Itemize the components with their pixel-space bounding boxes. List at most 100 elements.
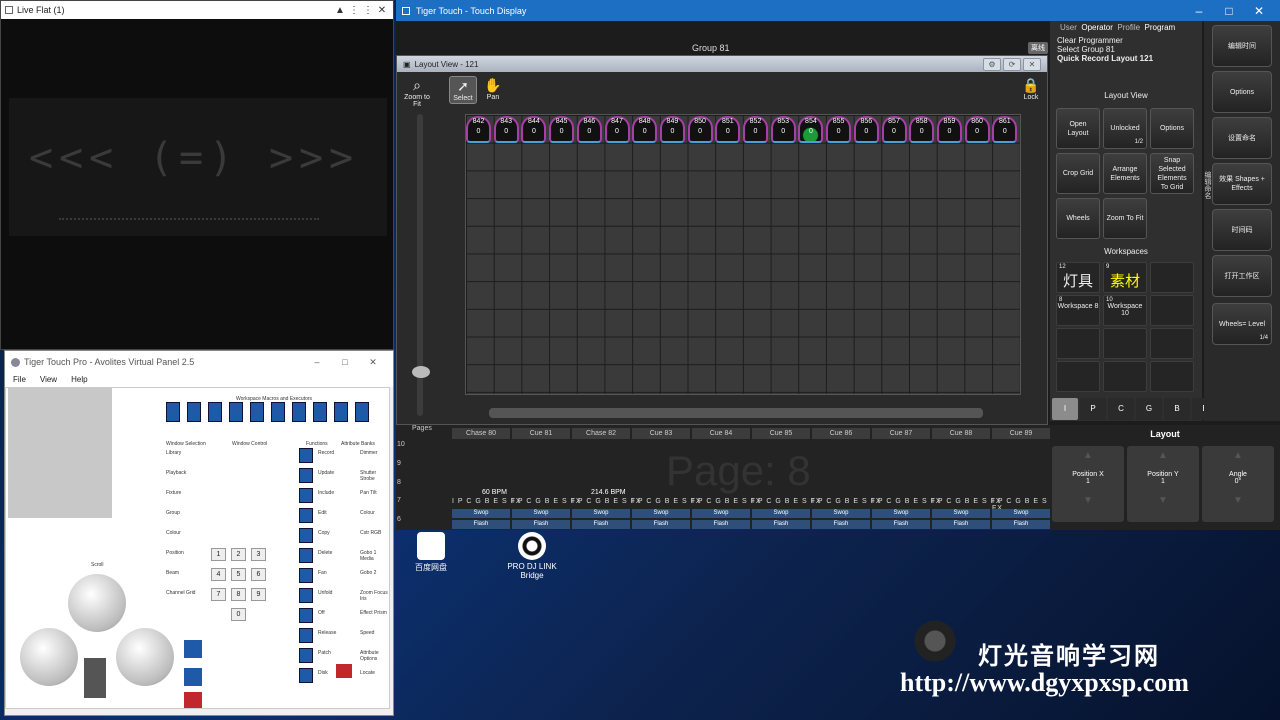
workspace-empty[interactable] [1103, 328, 1147, 359]
attr-position[interactable]: P [1080, 398, 1106, 420]
minimize-icon[interactable]: – [303, 357, 331, 367]
workspace-empty[interactable] [1056, 361, 1100, 392]
swop-button[interactable]: Swop [992, 509, 1050, 518]
executor-button[interactable] [250, 402, 264, 422]
swop-button[interactable]: Swop [872, 509, 930, 518]
fixture-855[interactable]: 855 0 [826, 116, 852, 143]
attribute-key[interactable]: Pan Tilt [360, 490, 377, 496]
minimize-icon[interactable]: ▲ [333, 5, 347, 16]
cue-header[interactable]: Cue 89 [992, 428, 1050, 439]
executor-button[interactable] [271, 402, 285, 422]
zoom-to-fit-button[interactable]: Zoom To Fit [1103, 198, 1147, 239]
tab-profile[interactable]: Profile [1117, 23, 1140, 32]
executor-button[interactable] [313, 402, 327, 422]
fixture-848[interactable]: 848 0 [632, 116, 658, 143]
fixture-844[interactable]: 844 0 [521, 116, 547, 143]
attribute-key[interactable]: Speed [360, 630, 374, 636]
window-select-key[interactable]: Fixture [166, 490, 181, 496]
attribute-key[interactable]: Locate [360, 670, 375, 676]
shapes-effects-button[interactable]: 效果 Shapes + Effects [1212, 163, 1272, 205]
attribute-key[interactable]: Zoom Focus Iris [360, 590, 389, 602]
maximize-icon[interactable]: □ [331, 357, 359, 367]
workspace-empty[interactable] [1150, 328, 1194, 359]
keypad-key[interactable]: 6 [251, 568, 266, 581]
keypad-key[interactable]: 3 [251, 548, 266, 561]
fixture-846[interactable]: 846 0 [576, 116, 602, 143]
executor-button[interactable] [166, 402, 180, 422]
fixture-860[interactable]: 860 0 [964, 116, 990, 143]
fixture-849[interactable]: 849 0 [659, 116, 685, 143]
executor-button[interactable] [187, 402, 201, 422]
swop-button[interactable]: Swop [812, 509, 870, 518]
window-select-key[interactable]: Group [166, 510, 180, 516]
swop-button[interactable]: Swop [572, 509, 630, 518]
wheels-button[interactable]: Wheels [1056, 198, 1100, 239]
swop-button[interactable]: Swop [692, 509, 750, 518]
function-key[interactable]: Include [318, 490, 334, 496]
swop-button[interactable]: Swop [932, 509, 990, 518]
position-y-wheel[interactable]: ▲ Position Y 1 ▼ [1127, 446, 1199, 522]
tab-user[interactable]: User [1060, 23, 1077, 32]
window-select-key[interactable]: Beam [166, 570, 179, 576]
fixture-843[interactable]: 843 0 [493, 116, 519, 143]
set-name-button[interactable]: 设置命名 [1212, 117, 1272, 159]
timecode-button[interactable]: 时间码 [1212, 209, 1272, 251]
fixture-850[interactable]: 850 0 [687, 116, 713, 143]
fixture-857[interactable]: 857 0 [881, 116, 907, 143]
swop-button[interactable]: Swop [632, 509, 690, 518]
tab-program[interactable]: Program [1145, 23, 1176, 32]
attribute-wheel-a[interactable] [20, 628, 78, 686]
swop-button[interactable]: Swop [452, 509, 510, 518]
executor-button[interactable] [334, 402, 348, 422]
live-flat-titlebar[interactable]: Live Flat (1) ▲ ⋮ ⋮ ✕ [1, 1, 393, 19]
flash-button[interactable]: Flash [812, 520, 870, 529]
fixture-859[interactable]: 859 0 [936, 116, 962, 143]
keypad-key[interactable]: 5 [231, 568, 246, 581]
function-key[interactable]: Unfold [318, 590, 332, 596]
attr-beam[interactable]: B [1164, 398, 1190, 420]
select-tool[interactable]: ➚ Select [449, 76, 477, 104]
function-key[interactable]: Delete [318, 550, 332, 556]
function-button[interactable] [299, 668, 313, 683]
function-key[interactable]: Off [318, 610, 325, 616]
attribute-key[interactable]: Attribute Options [360, 650, 389, 662]
fixture-856[interactable]: 856 0 [853, 116, 879, 143]
cue-header[interactable]: Cue 84 [692, 428, 750, 439]
flash-button[interactable]: Flash [932, 520, 990, 529]
crop-grid-button[interactable]: Crop Grid [1056, 153, 1100, 194]
function-button[interactable] [299, 528, 313, 543]
close-icon[interactable]: ✕ [375, 5, 389, 16]
flash-button[interactable]: Flash [872, 520, 930, 529]
swop-button[interactable]: Swop [752, 509, 810, 518]
attribute-key[interactable]: Colour [360, 510, 375, 516]
attribute-key[interactable]: Dimmer [360, 450, 378, 456]
keypad-key[interactable]: 1 [211, 548, 226, 561]
cue-header[interactable]: Cue 81 [512, 428, 570, 439]
workspace-empty[interactable] [1150, 262, 1194, 293]
function-button[interactable] [299, 568, 313, 583]
workspace-empty[interactable] [1150, 295, 1194, 326]
window-select-key[interactable]: Position [166, 550, 184, 556]
attribute-key[interactable]: Gobo 1 Media [360, 550, 389, 562]
function-button[interactable] [299, 468, 313, 483]
function-button[interactable] [299, 508, 313, 523]
flash-button[interactable]: Flash [512, 520, 570, 529]
window-select-key[interactable]: Colour [166, 530, 181, 536]
fixture-852[interactable]: 852 0 [743, 116, 768, 143]
close-icon[interactable]: ✕ [1244, 4, 1274, 18]
cue-header[interactable]: Cue 88 [932, 428, 990, 439]
keypad-key[interactable]: 8 [231, 588, 246, 601]
angle-wheel[interactable]: ▲ Angle 0° ▼ [1202, 446, 1274, 522]
go-blue-button[interactable] [184, 640, 202, 658]
edit-time-button[interactable]: 编辑时间 [1212, 25, 1272, 67]
keypad-key[interactable]: 0 [231, 608, 246, 621]
workspace-10[interactable]: 10 Workspace 10 [1103, 295, 1147, 326]
fixture-853[interactable]: 853 0 [770, 116, 796, 143]
workspace-empty[interactable] [1150, 361, 1194, 392]
restore-icon[interactable]: ⋮ [361, 5, 375, 16]
menu-file[interactable]: File [13, 375, 26, 385]
keypad-key[interactable]: 7 [211, 588, 226, 601]
close-icon[interactable]: ✕ [359, 357, 387, 368]
pan-tool[interactable]: ✋ Pan [479, 76, 507, 104]
fixture-854[interactable]: 854 0 [798, 116, 824, 143]
